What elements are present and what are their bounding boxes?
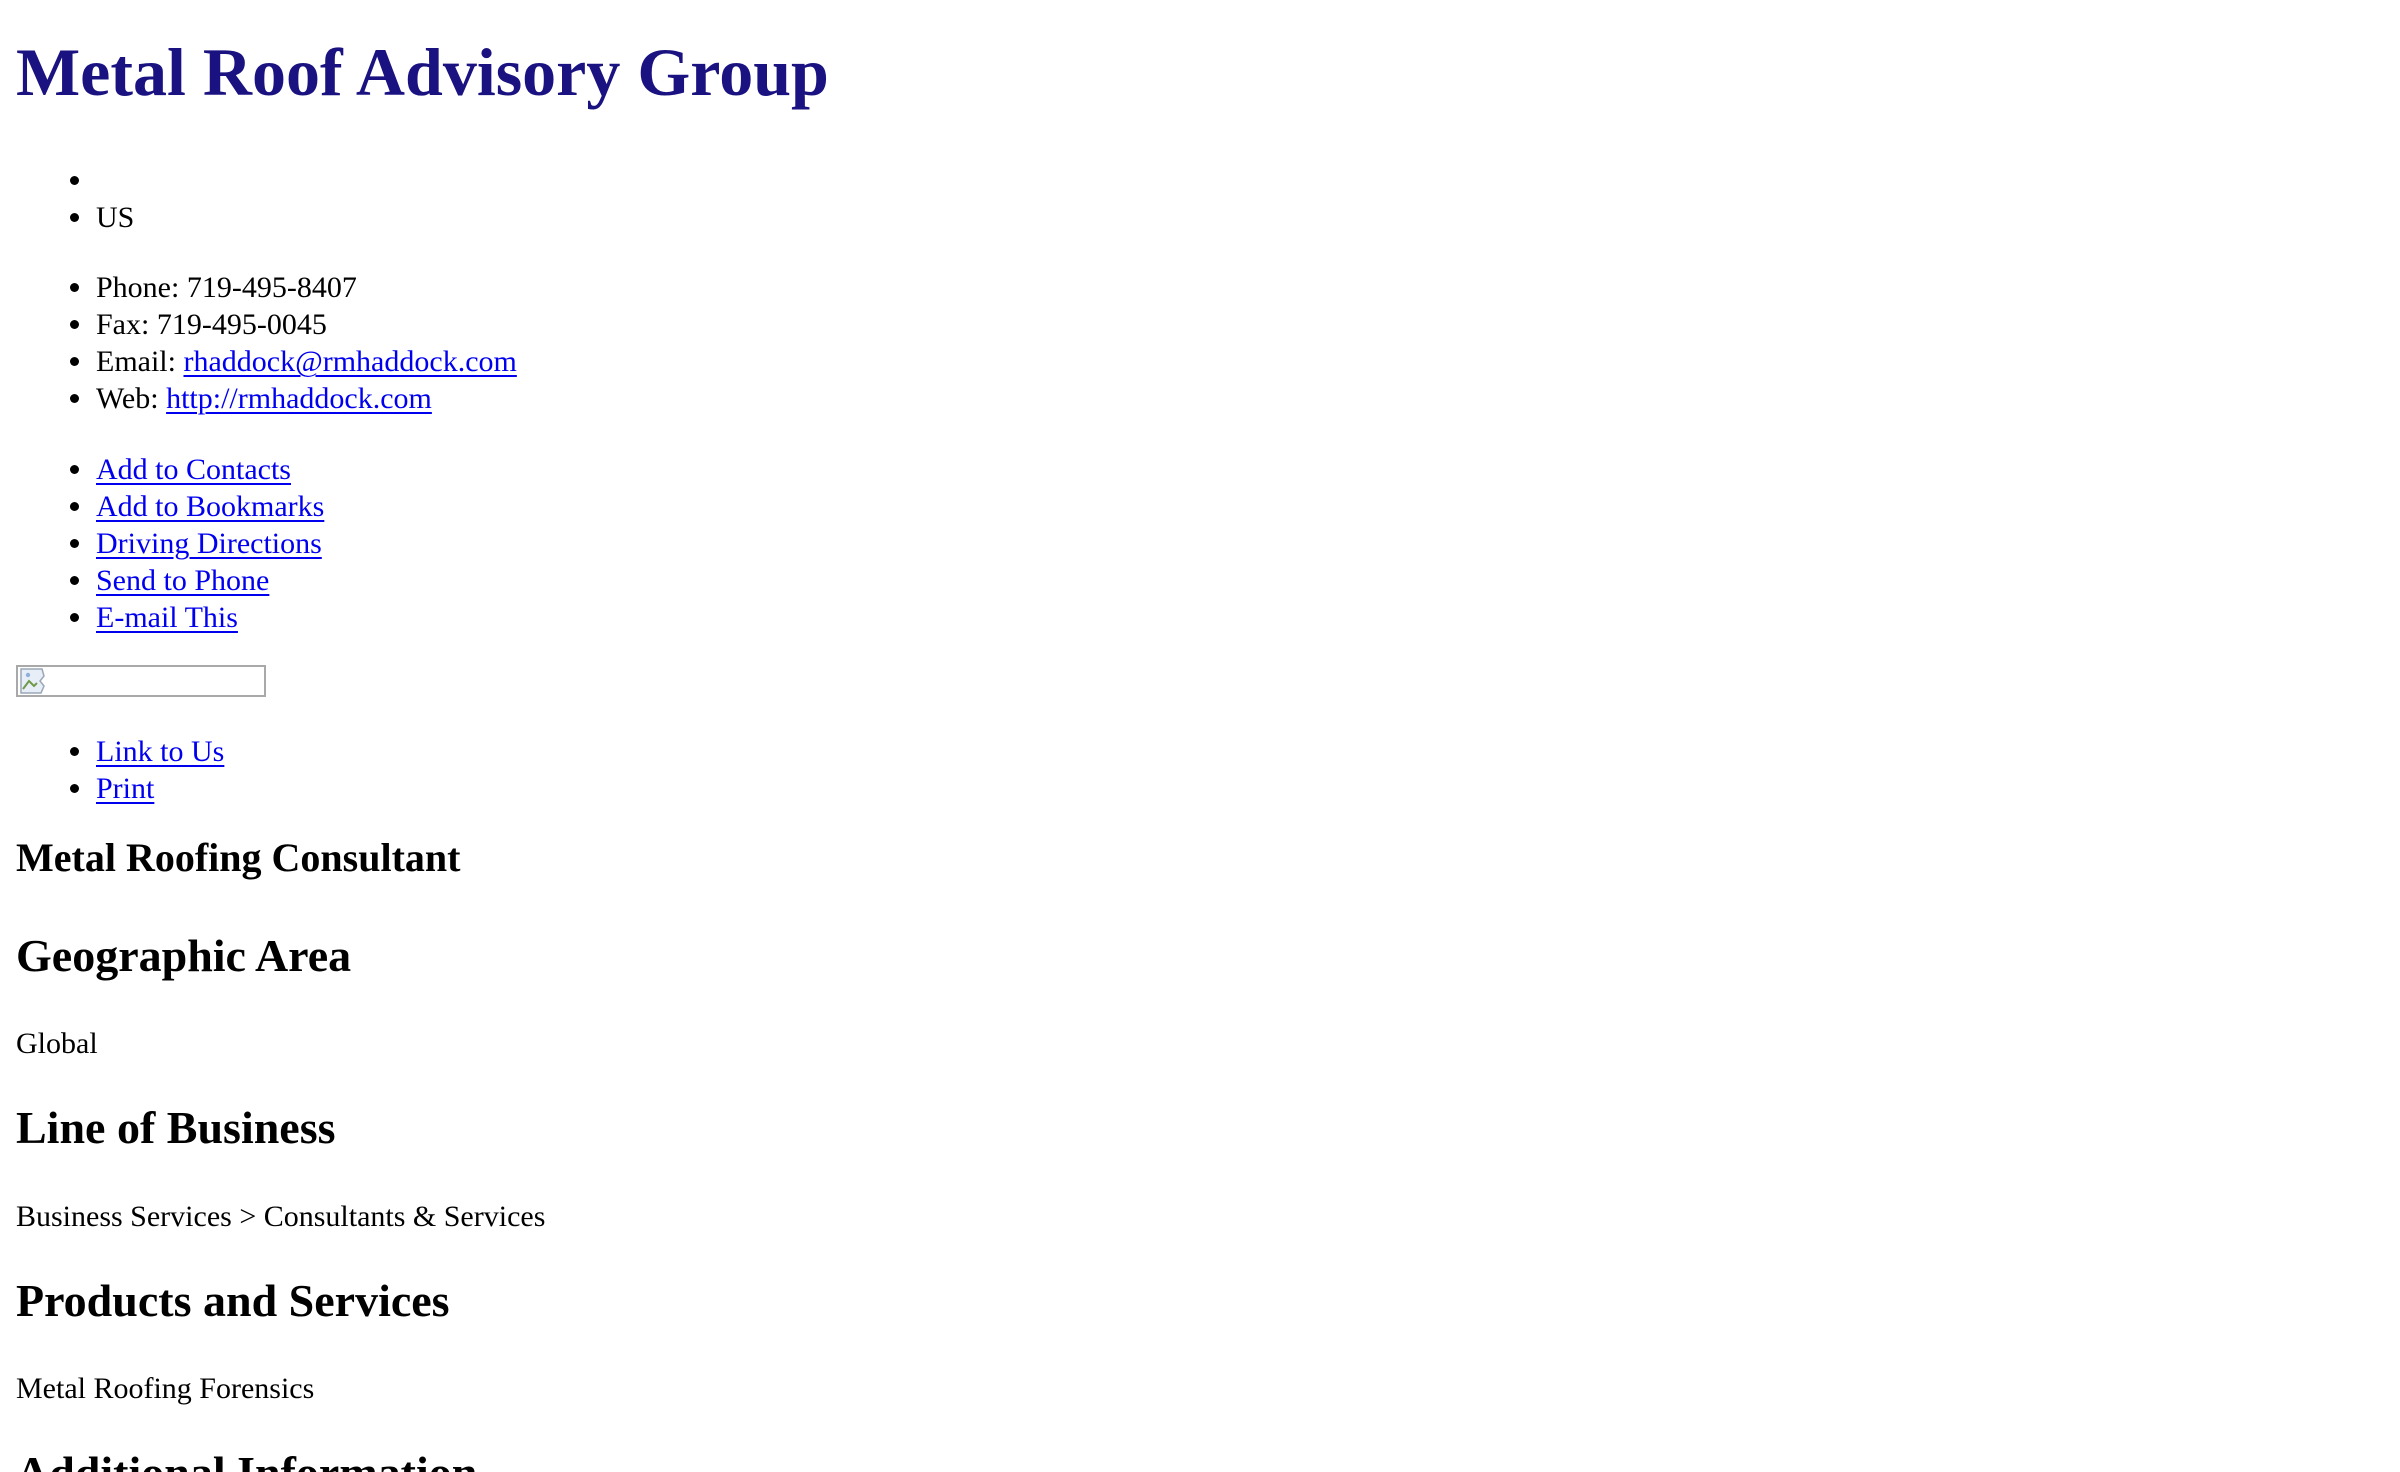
products-and-services-heading: Products and Services <box>16 1275 450 1326</box>
fax-label: Fax: <box>96 308 150 341</box>
page: Metal Roof Advisory Group US Phone: 719-… <box>0 0 2400 1472</box>
actions-list: Add to Contacts Add to Bookmarks Driving… <box>16 451 324 636</box>
website-link[interactable]: http://rmhaddock.com <box>166 382 432 415</box>
link-to-us-link[interactable]: Link to Us <box>96 735 224 768</box>
geographic-area-heading: Geographic Area <box>16 930 352 981</box>
driving-directions-link[interactable]: Driving Directions <box>96 527 322 560</box>
address-country: US <box>16 199 134 236</box>
email-label: Email: <box>96 345 176 378</box>
action-item: Print <box>16 770 224 807</box>
contact-fax: Fax: 719-495-0045 <box>16 306 517 343</box>
email-link[interactable]: rhaddock@rmhaddock.com <box>183 345 516 378</box>
contact-email: Email: rhaddock@rmhaddock.com <box>16 343 517 380</box>
action-item: Link to Us <box>16 733 224 770</box>
action-item: Send to Phone <box>16 562 324 599</box>
address-list: US <box>16 162 134 236</box>
phone-number: 719-495-8407 <box>186 271 357 304</box>
add-to-contacts-link[interactable]: Add to Contacts <box>96 453 291 486</box>
action-item: E-mail This <box>16 599 324 636</box>
secondary-actions-list: Link to Us Print <box>16 733 224 807</box>
additional-information-heading: Additional Information <box>16 1446 477 1472</box>
fax-number: 719-495-0045 <box>156 308 327 341</box>
contact-web: Web: http://rmhaddock.com <box>16 380 517 417</box>
add-to-bookmarks-link[interactable]: Add to Bookmarks <box>96 490 324 523</box>
business-name: Metal Roof Advisory Group <box>16 34 829 110</box>
action-item: Driving Directions <box>16 525 324 562</box>
phone-label: Phone: <box>96 271 180 304</box>
broken-image-icon <box>20 668 45 694</box>
send-to-phone-link[interactable]: Send to Phone <box>96 564 269 597</box>
business-tagline: Metal Roofing Consultant <box>16 835 461 880</box>
products-and-services-value: Metal Roofing Forensics <box>16 1372 315 1405</box>
web-label: Web: <box>96 382 159 415</box>
print-link[interactable]: Print <box>96 772 154 805</box>
line-of-business-value: Business Services > Consultants & Servic… <box>16 1200 546 1233</box>
address-line-1 <box>16 162 134 199</box>
email-this-link[interactable]: E-mail This <box>96 601 238 634</box>
geographic-area-value: Global <box>16 1027 98 1060</box>
line-of-business-heading: Line of Business <box>16 1102 336 1153</box>
action-item: Add to Bookmarks <box>16 488 324 525</box>
contact-list: Phone: 719-495-8407 Fax: 719-495-0045 Em… <box>16 269 517 417</box>
action-item: Add to Contacts <box>16 451 324 488</box>
contact-phone: Phone: 719-495-8407 <box>16 269 517 306</box>
broken-image <box>16 665 266 697</box>
